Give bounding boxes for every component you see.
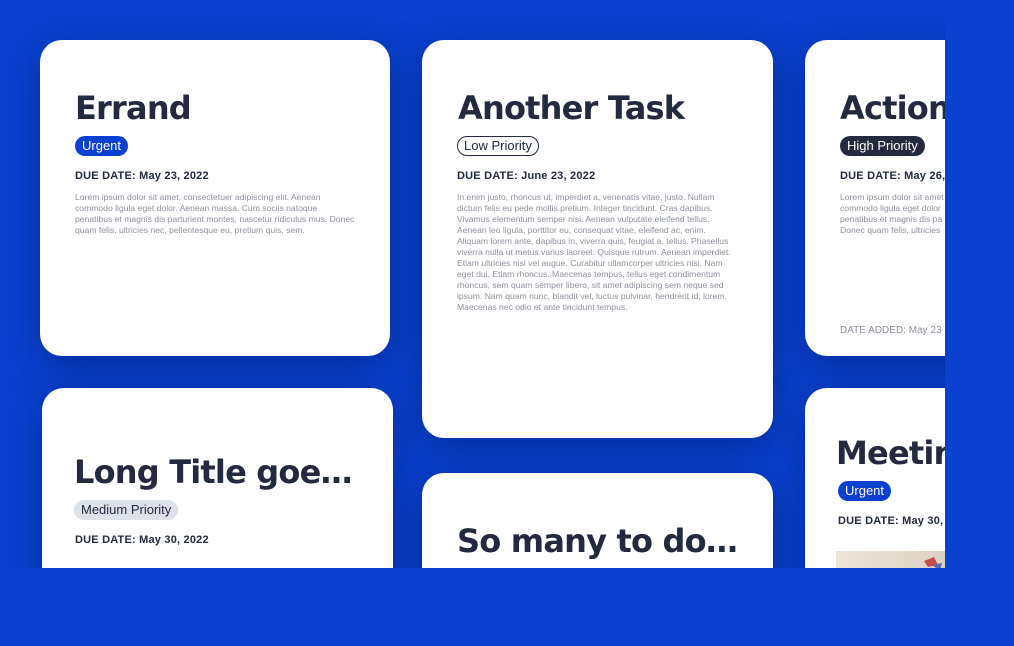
- card-description: In enim justo, rhoncus ut, imperdiet a, …: [457, 192, 731, 312]
- card-title: Action: [840, 89, 945, 127]
- task-card[interactable]: Action High Priority DUE DATE: May 26, L…: [805, 40, 945, 356]
- due-date: DUE DATE: June 23, 2022: [457, 170, 596, 182]
- card-image: [836, 551, 945, 568]
- card-description: Lorem ipsum dolor sit amet, consectetuer…: [75, 192, 355, 235]
- card-title: So many to do so...: [457, 522, 738, 560]
- task-card[interactable]: Meeting Urgent DUE DATE: May 30, 2: [805, 388, 945, 568]
- card-title: Long Title goes li...: [74, 453, 358, 491]
- image-detail: [924, 557, 942, 568]
- date-added: DATE ADDED: May 23: [840, 325, 942, 336]
- task-card[interactable]: Errand Urgent DUE DATE: May 23, 2022 Lor…: [40, 40, 390, 356]
- due-date: DUE DATE: May 23, 2022: [75, 170, 209, 182]
- task-card[interactable]: So many to do so...: [422, 473, 773, 568]
- card-title: Another Task: [458, 89, 685, 127]
- task-card[interactable]: Another Task Low Priority DUE DATE: June…: [422, 40, 773, 438]
- priority-badge: Low Priority: [457, 136, 539, 156]
- priority-badge: Urgent: [75, 136, 129, 156]
- due-date: DUE DATE: May 30, 2: [838, 515, 945, 527]
- right-margin: [945, 0, 1014, 646]
- card-description: Lorem ipsum dolor sit amet commodo ligul…: [840, 192, 944, 235]
- due-date: DUE DATE: May 26,: [840, 170, 945, 182]
- priority-badge: Medium Priority: [74, 500, 179, 520]
- card-title: Meeting: [836, 434, 945, 472]
- due-date: DUE DATE: May 30, 2022: [75, 534, 209, 546]
- card-title: Errand: [75, 89, 192, 127]
- priority-badge: High Priority: [840, 136, 925, 156]
- priority-badge: Urgent: [838, 481, 892, 501]
- task-card[interactable]: Long Title goes li... Medium Priority DU…: [42, 388, 393, 568]
- task-board: Errand Urgent DUE DATE: May 23, 2022 Lor…: [0, 0, 945, 568]
